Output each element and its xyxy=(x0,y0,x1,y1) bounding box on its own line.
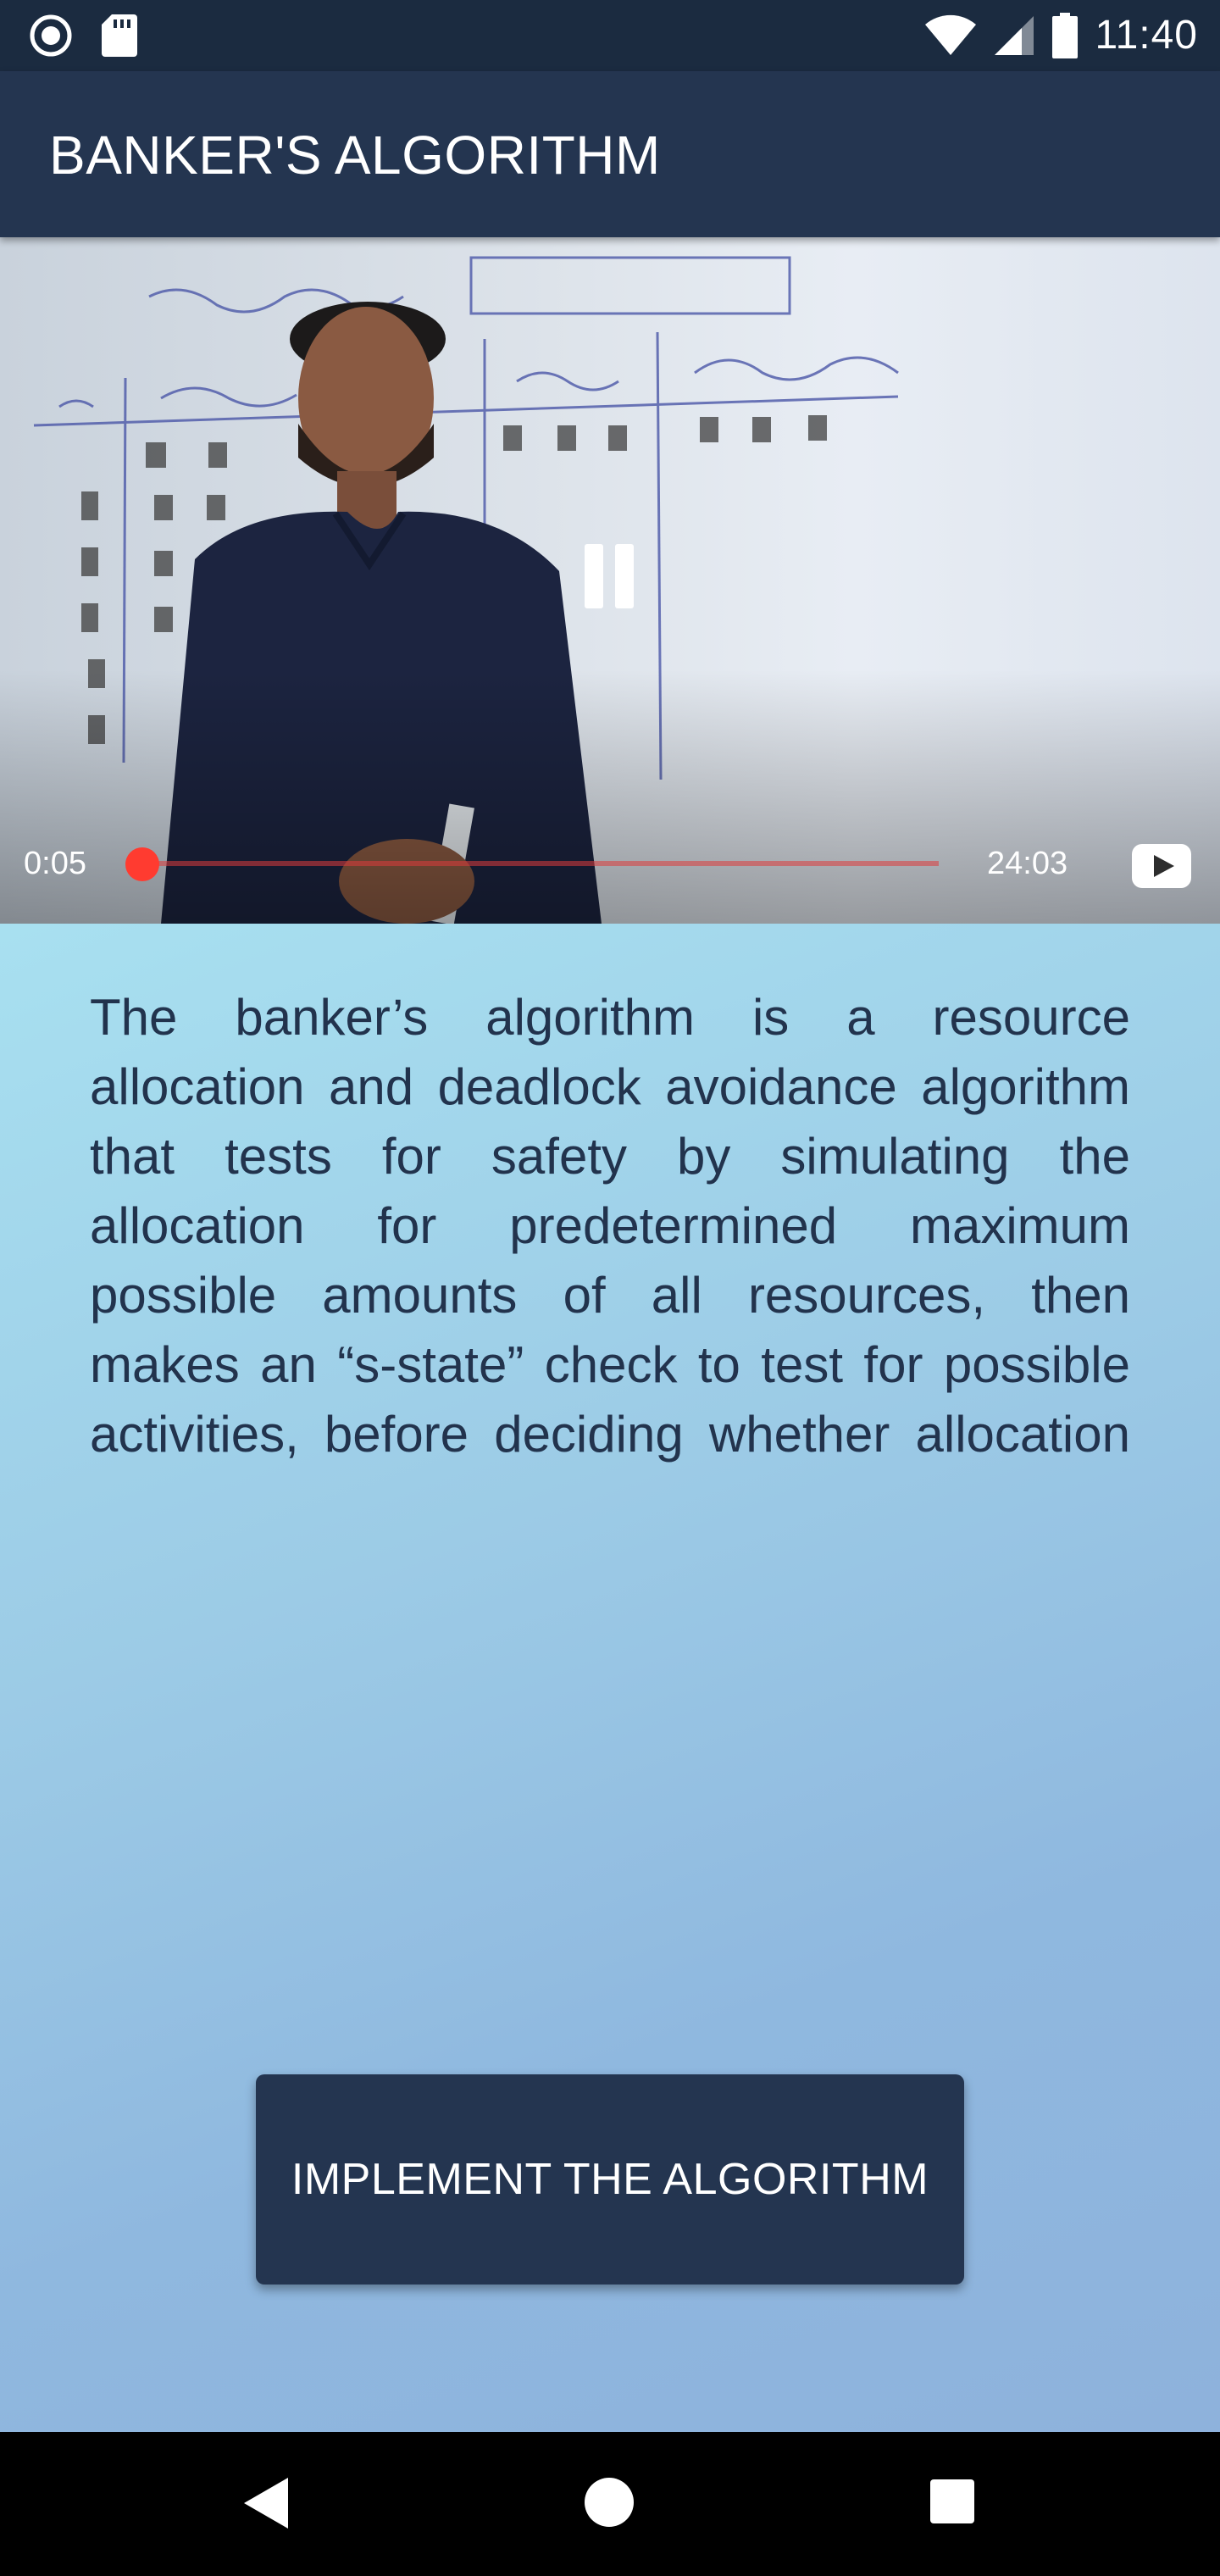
description-scroll[interactable]: The banker’s algorithm is a resource all… xyxy=(90,983,1130,1478)
home-icon[interactable] xyxy=(585,2478,634,2527)
pause-icon xyxy=(585,544,603,608)
cell-signal-icon xyxy=(995,16,1034,55)
recents-icon[interactable] xyxy=(930,2479,974,2523)
back-icon[interactable] xyxy=(244,2478,288,2529)
total-time: 24:03 xyxy=(987,846,1068,881)
wifi-icon xyxy=(925,14,977,55)
pause-icon-bar xyxy=(615,544,634,608)
current-time: 0:05 xyxy=(24,846,86,881)
youtube-logo-icon[interactable] xyxy=(1132,844,1191,888)
status-time: 11:40 xyxy=(1095,13,1198,58)
video-controls-shade xyxy=(0,669,1220,924)
content-area: The banker’s algorithm is a resource all… xyxy=(0,924,1220,2432)
radio-icon xyxy=(30,14,72,57)
battery-icon xyxy=(1052,13,1079,58)
status-bar: 11:40 xyxy=(0,0,1220,71)
algorithm-description: The banker’s algorithm is a resource all… xyxy=(90,989,1130,1478)
sd-card-icon xyxy=(102,14,137,57)
video-player[interactable]: 0:05 24:03 xyxy=(0,237,1220,924)
app-bar: BANKER'S ALGORITHM xyxy=(0,71,1220,237)
page-title: BANKER'S ALGORITHM xyxy=(49,125,661,186)
seek-thumb[interactable] xyxy=(125,847,159,881)
pause-button[interactable] xyxy=(576,544,644,617)
implement-algorithm-button[interactable]: IMPLEMENT THE ALGORITHM xyxy=(256,2074,964,2285)
navigation-bar xyxy=(0,2432,1220,2576)
seek-bar[interactable] xyxy=(142,861,939,866)
